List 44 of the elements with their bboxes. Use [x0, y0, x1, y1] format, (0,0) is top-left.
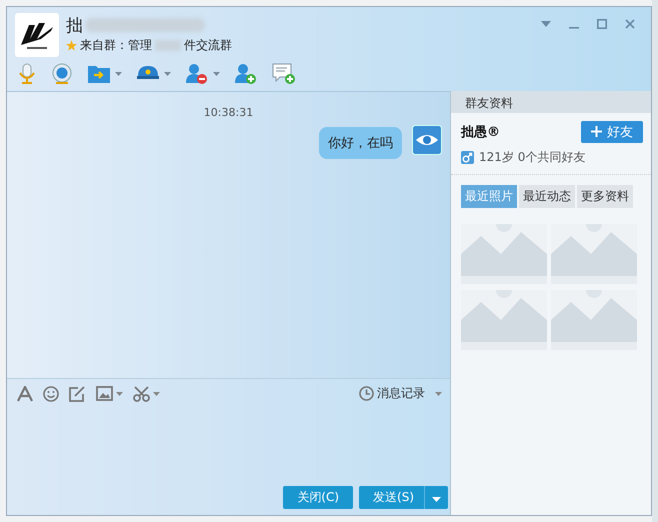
font-icon[interactable]: [17, 386, 33, 402]
folder-icon[interactable]: [87, 64, 111, 84]
caret-icon[interactable]: [115, 72, 122, 76]
male-icon: [461, 151, 474, 164]
close-icon[interactable]: [625, 19, 635, 29]
send-button[interactable]: 发送(S): [359, 486, 424, 509]
panel-header: 群友资料: [451, 91, 651, 113]
maximize-icon[interactable]: [597, 19, 607, 29]
message-history-link[interactable]: 消息记录: [377, 385, 425, 402]
group-source-text: 来自群：管理: [80, 37, 152, 54]
member-info: 121岁 0个共同好友: [479, 149, 586, 166]
profile-tab[interactable]: 更多资料: [577, 185, 633, 208]
remove-user-icon[interactable]: [185, 63, 209, 85]
add-discussion-icon[interactable]: [272, 63, 296, 85]
blurred-text: [155, 40, 181, 51]
scissors-icon[interactable]: [133, 386, 150, 402]
close-button[interactable]: 关闭(C): [283, 486, 354, 509]
profile-tab[interactable]: 最近动态: [519, 185, 575, 208]
image-icon[interactable]: [96, 386, 113, 401]
group-source-text: 件交流群: [184, 37, 232, 54]
webcam-icon[interactable]: [51, 63, 73, 85]
send-options-button[interactable]: [424, 486, 448, 509]
caret-icon[interactable]: [153, 392, 160, 396]
message-timestamp: 10:38:31: [202, 106, 254, 119]
caret-icon[interactable]: [435, 392, 442, 396]
contact-name: 拙: [66, 14, 83, 36]
clock-icon[interactable]: [359, 386, 374, 401]
microphone-icon[interactable]: [17, 63, 37, 85]
caret-icon[interactable]: [116, 392, 123, 396]
add-friend-button[interactable]: 好友: [581, 121, 643, 143]
star-icon: [66, 40, 77, 51]
group-logo-icon: [15, 13, 59, 57]
emoji-icon[interactable]: [43, 386, 59, 402]
caret-icon[interactable]: [432, 496, 441, 502]
caret-icon[interactable]: [213, 72, 220, 76]
profile-tab[interactable]: 最近照片: [461, 185, 517, 208]
member-name: 拙愚®: [461, 124, 500, 141]
add-user-icon[interactable]: [234, 63, 258, 85]
edit-icon[interactable]: [69, 386, 86, 402]
caret-icon[interactable]: [164, 72, 171, 76]
dropdown-icon[interactable]: [541, 20, 551, 28]
message-bubble: 你好，在吗: [319, 127, 402, 159]
eye-avatar-icon: [412, 125, 442, 155]
plus-icon: [591, 126, 602, 137]
